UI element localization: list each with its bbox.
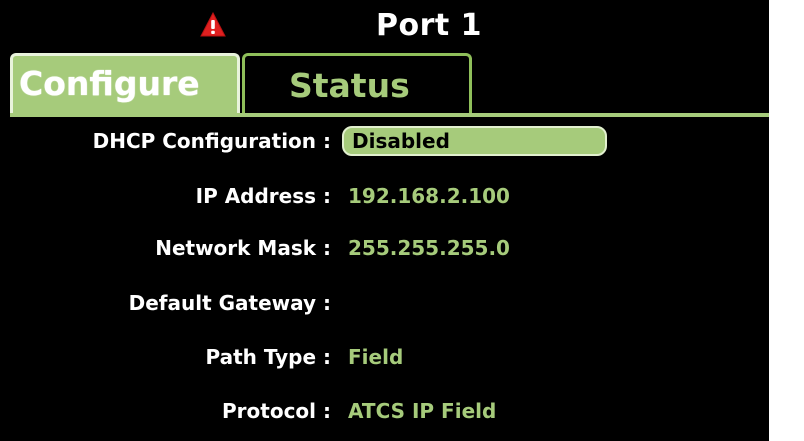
page-title: Port 1 (376, 8, 483, 43)
warning-triangle-icon[interactable] (200, 11, 226, 38)
protocol-label: Protocol : (222, 399, 331, 423)
ip-address-label: IP Address : (195, 184, 331, 208)
tab-status-label: Status (289, 66, 410, 105)
dhcp-configuration-label: DHCP Configuration : (92, 129, 331, 153)
network-mask-label: Network Mask : (155, 236, 331, 260)
tab-configure-label: Configure (19, 64, 200, 103)
port-config-form: DHCP Configuration : Disabled IP Address… (10, 117, 769, 441)
tab-status[interactable]: Status (242, 53, 472, 113)
dhcp-configuration-value: Disabled (352, 129, 450, 153)
path-type-value[interactable]: Field (348, 343, 403, 371)
tab-configure[interactable]: Configure (10, 53, 240, 113)
title-bar: Port 1 (0, 0, 769, 52)
path-type-label: Path Type : (205, 345, 331, 369)
default-gateway-value[interactable] (348, 289, 548, 317)
ip-address-value[interactable]: 192.168.2.100 (348, 182, 510, 210)
dhcp-configuration-select[interactable]: Disabled (342, 126, 607, 156)
network-mask-value[interactable]: 255.255.255.0 (348, 234, 510, 262)
default-gateway-label: Default Gateway : (128, 291, 331, 315)
protocol-value[interactable]: ATCS IP Field (348, 397, 496, 425)
device-panel: Port 1 Configure Status DHCP Configurati… (0, 0, 769, 441)
screen: Port 1 Configure Status DHCP Configurati… (0, 0, 804, 441)
